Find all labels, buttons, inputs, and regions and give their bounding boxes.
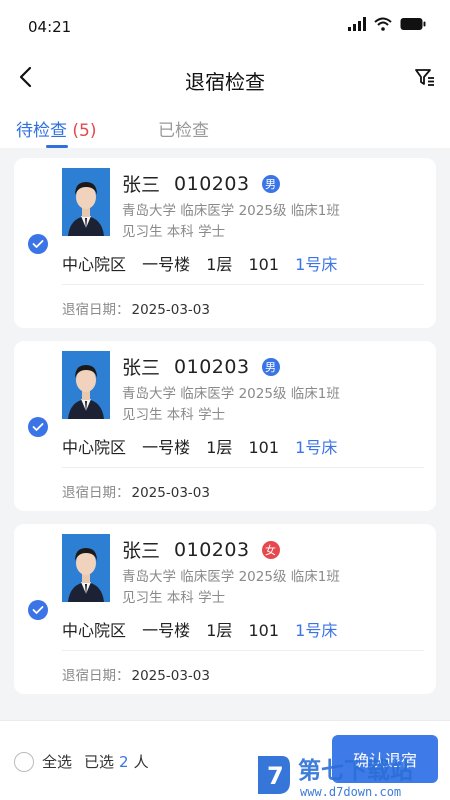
check-icon xyxy=(32,423,44,431)
selected-suffix: 人 xyxy=(133,753,149,771)
tab-checked-label: 已检查 xyxy=(158,121,209,141)
checkout-date-label: 退宿日期： xyxy=(62,668,130,684)
gender-badge: 男 xyxy=(261,174,280,193)
nav-bar: 退宿检查 xyxy=(0,52,450,108)
student-photo xyxy=(62,351,110,419)
record-checkbox[interactable] xyxy=(28,600,48,620)
student-school-info: 青岛大学 临床医学 2025级 临床1班 xyxy=(122,203,340,219)
checkout-date: 2025-03-03 xyxy=(131,302,210,318)
divider xyxy=(62,467,424,468)
bed-number: 1号床 xyxy=(295,438,338,457)
campus: 中心院区 xyxy=(62,438,127,457)
floor: 1层 xyxy=(206,255,233,274)
student-name-line: 张三 010203 男 xyxy=(122,353,280,380)
checkout-date-line: 退宿日期： 2025-03-03 xyxy=(62,298,210,318)
room-number: 101 xyxy=(248,438,280,457)
student-name: 张三 xyxy=(122,357,161,379)
checkout-date: 2025-03-03 xyxy=(131,485,210,501)
select-all-radio[interactable] xyxy=(14,751,34,772)
building: 一号楼 xyxy=(142,255,191,274)
student-photo xyxy=(62,534,110,602)
checkout-date-line: 退宿日期： 2025-03-03 xyxy=(62,481,210,501)
check-icon xyxy=(32,240,44,248)
selected-prefix: 已选 xyxy=(84,753,115,771)
student-school-info: 青岛大学 临床医学 2025级 临床1班 xyxy=(122,569,340,585)
bed-number: 1号床 xyxy=(295,621,338,640)
dorm-location: 中心院区 一号楼 1层 101 1号床 xyxy=(62,617,348,641)
dorm-location: 中心院区 一号楼 1层 101 1号床 xyxy=(62,434,348,458)
tab-pending-label: 待检查 xyxy=(16,121,67,141)
student-school-info: 青岛大学 临床医学 2025级 临床1班 xyxy=(122,386,340,402)
page-title: 退宿检查 xyxy=(185,70,265,94)
checkout-date-label: 退宿日期： xyxy=(62,302,130,318)
floor: 1层 xyxy=(206,438,233,457)
student-id: 010203 xyxy=(174,355,250,378)
status-icons xyxy=(348,16,426,35)
tab-checked[interactable]: 已检查 xyxy=(158,108,209,141)
student-photo xyxy=(62,168,110,236)
record-checkbox[interactable] xyxy=(28,234,48,254)
bottom-action-bar: 全选 已选 2 人 确认退宿 xyxy=(0,720,450,800)
select-all-toggle[interactable]: 全选 已选 2 人 xyxy=(14,751,149,772)
record-card[interactable]: 张三 010203 男 青岛大学 临床医学 2025级 临床1班 见习生 本科 … xyxy=(14,158,436,328)
student-name-line: 张三 010203 男 xyxy=(122,170,280,197)
student-name: 张三 xyxy=(122,540,161,562)
student-id: 010203 xyxy=(174,538,250,561)
select-all-label: 全选 xyxy=(42,753,73,771)
checkout-date-line: 退宿日期： 2025-03-03 xyxy=(62,664,210,684)
battery-icon xyxy=(400,16,426,35)
bed-number: 1号床 xyxy=(295,255,338,274)
student-degree-info: 见习生 本科 学士 xyxy=(122,590,226,606)
gender-badge: 男 xyxy=(261,357,280,376)
selected-count-text: 已选 2 人 xyxy=(84,751,149,772)
checkout-date-label: 退宿日期： xyxy=(62,485,130,501)
room-number: 101 xyxy=(248,621,280,640)
checkout-date: 2025-03-03 xyxy=(131,668,210,684)
student-id: 010203 xyxy=(174,172,250,195)
selected-count: 2 xyxy=(119,753,129,771)
student-degree-info: 见习生 本科 学士 xyxy=(122,407,226,423)
confirm-checkout-button[interactable]: 确认退宿 xyxy=(332,735,438,783)
tab-pending-count: (5) xyxy=(72,121,97,141)
wifi-icon xyxy=(374,16,392,35)
status-time: 04:21 xyxy=(28,18,72,36)
record-checkbox[interactable] xyxy=(28,417,48,437)
divider xyxy=(62,650,424,651)
student-name: 张三 xyxy=(122,174,161,196)
tab-pending[interactable]: 待检查 (5) xyxy=(16,108,97,141)
tab-bar: 待检查 (5) 已检查 xyxy=(0,108,450,148)
student-name-line: 张三 010203 女 xyxy=(122,536,280,563)
floor: 1层 xyxy=(206,621,233,640)
building: 一号楼 xyxy=(142,621,191,640)
dorm-location: 中心院区 一号楼 1层 101 1号床 xyxy=(62,251,348,275)
student-degree-info: 见习生 本科 学士 xyxy=(122,224,226,240)
filter-button[interactable] xyxy=(412,66,438,92)
status-bar: 04:21 xyxy=(0,0,450,52)
campus: 中心院区 xyxy=(62,255,127,274)
check-icon xyxy=(32,606,44,614)
building: 一号楼 xyxy=(142,438,191,457)
divider xyxy=(62,284,424,285)
record-list: 张三 010203 男 青岛大学 临床医学 2025级 临床1班 见习生 本科 … xyxy=(0,148,450,718)
gender-badge: 女 xyxy=(261,540,280,559)
record-card[interactable]: 张三 010203 女 青岛大学 临床医学 2025级 临床1班 见习生 本科 … xyxy=(14,524,436,694)
record-card[interactable]: 张三 010203 男 青岛大学 临床医学 2025级 临床1班 见习生 本科 … xyxy=(14,341,436,511)
room-number: 101 xyxy=(248,255,280,274)
campus: 中心院区 xyxy=(62,621,127,640)
signal-icon xyxy=(348,16,366,35)
filter-icon xyxy=(414,67,436,91)
